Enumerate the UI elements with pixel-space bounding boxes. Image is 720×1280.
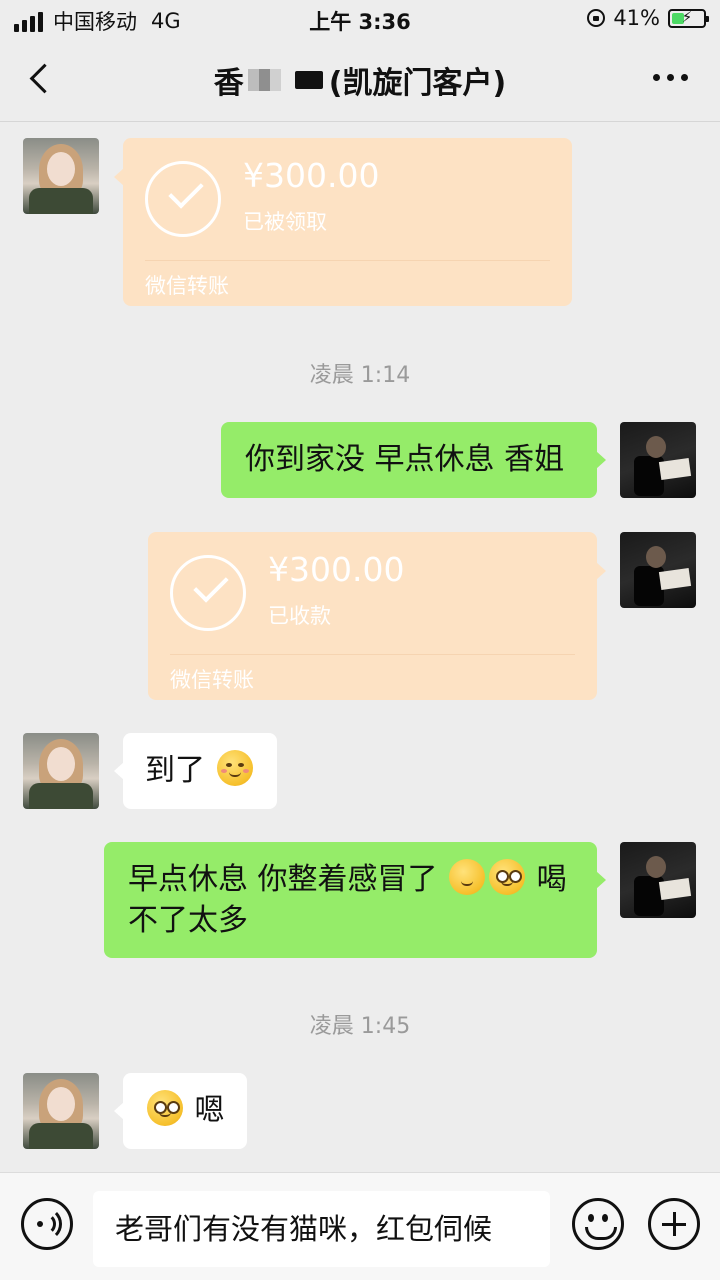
message-text-line1: 早点休息 你整着感冒了 [128, 862, 438, 897]
sneezing-face-emoji [449, 859, 486, 895]
transfer-amount: ¥300.00 [268, 550, 405, 589]
my-avatar[interactable] [620, 842, 696, 918]
my-avatar[interactable] [620, 532, 696, 608]
redacted-block [294, 71, 323, 89]
redacted-mosaic [247, 69, 281, 91]
contact-avatar[interactable] [23, 1073, 99, 1149]
transfer-label: 微信转账 [170, 668, 254, 692]
outgoing-message[interactable]: 你到家没 早点休息 香姐 [221, 422, 606, 498]
timestamp: 凌晨 1:14 [309, 363, 411, 388]
contact-avatar[interactable] [23, 733, 99, 809]
smiling-face-emoji [216, 750, 253, 786]
message-text-line2: 不了太多 [128, 903, 248, 938]
transfer-divider [145, 260, 550, 261]
incoming-message[interactable]: 到了 [114, 733, 277, 809]
message-text-line1-end: 喝 [536, 862, 567, 897]
status-bar: 中国移动 4G 上午 3:36 41% ⚡ [0, 0, 720, 40]
transfer-status: 已被领取 [243, 210, 327, 234]
message-text: 你到家没 早点休息 香姐 [245, 442, 565, 477]
title-prefix: 香 [213, 66, 244, 101]
contact-avatar[interactable] [23, 138, 99, 214]
back-button[interactable] [22, 60, 62, 100]
input-bar [0, 1172, 720, 1280]
transfer-card-received[interactable]: ¥300.00 已被领取 微信转账 [114, 138, 572, 306]
voice-button[interactable] [21, 1198, 73, 1250]
rotation-lock-icon [587, 9, 606, 27]
message-text: 嗯 [194, 1093, 225, 1128]
dizzy-face-emoji [489, 859, 526, 895]
emoji-button[interactable] [572, 1198, 624, 1250]
message-input[interactable] [93, 1191, 550, 1267]
status-right: 41% ⚡ [587, 6, 709, 30]
title-suffix: (凯旋门客户) [328, 66, 507, 101]
check-icon [170, 555, 246, 631]
more-options-button[interactable] [653, 74, 688, 81]
outgoing-message[interactable]: 早点休息 你整着感冒了 喝 不了太多 [104, 842, 606, 958]
transfer-card-accepted[interactable]: ¥300.00 已收款 微信转账 [148, 532, 606, 700]
incoming-message[interactable]: 嗯 [114, 1073, 247, 1149]
check-icon [145, 161, 221, 237]
charging-bolt-icon: ⚡ [681, 7, 693, 26]
message-text: 到了 [145, 753, 205, 788]
more-actions-button[interactable] [648, 1198, 700, 1250]
transfer-amount: ¥300.00 [243, 156, 380, 195]
chat-area[interactable]: ¥300.00 已被领取 微信转账 凌晨 1:14 你到家没 早点休息 香姐 ¥… [0, 123, 720, 1171]
transfer-label: 微信转账 [145, 274, 229, 298]
battery-percent: 41% [613, 6, 660, 30]
nav-bar: 香 (凯旋门客户) [0, 40, 720, 122]
flushed-face-emoji [147, 1090, 183, 1126]
my-avatar[interactable] [620, 422, 696, 498]
transfer-status: 已收款 [268, 604, 331, 628]
transfer-divider [170, 654, 575, 655]
battery-icon: ⚡ [668, 7, 709, 28]
timestamp: 凌晨 1:45 [309, 1014, 411, 1039]
chat-title[interactable]: 香 (凯旋门客户) [100, 60, 620, 101]
